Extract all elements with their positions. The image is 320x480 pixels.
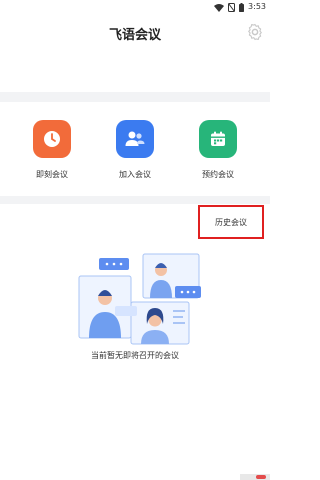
instant-meeting-button[interactable]: 即刻会议 (22, 120, 82, 180)
users-icon (125, 131, 145, 146)
settings-gear-icon[interactable] (246, 23, 264, 41)
divider (0, 196, 270, 204)
page-title: 飞语会议 (108, 28, 161, 43)
empty-state-text: 当前暂无即将召开的会议 (91, 351, 179, 360)
corner-badge-mark (256, 475, 266, 479)
status-time: 3:53 (248, 2, 266, 11)
no-sim-icon (228, 2, 236, 12)
empty-meeting-illustration (78, 253, 201, 345)
action-label: 即刻会议 (36, 170, 68, 179)
action-icon-box (116, 120, 154, 158)
header: 飞语会议 (0, 14, 270, 54)
action-label: 预约会议 (202, 170, 234, 179)
status-icons: 3:53 (214, 1, 266, 13)
clock-icon (44, 131, 60, 147)
action-icon-box (33, 120, 71, 158)
meeting-actions: 即刻会议 加入会议 预约会议 (0, 102, 270, 196)
app-screen: 3:53 飞语会议 即刻会议 加入会议 预约会议 历史会议 当前暂无即将召开的会… (0, 0, 270, 480)
calendar-icon (211, 131, 225, 146)
divider (0, 92, 270, 102)
action-icon-box (199, 120, 237, 158)
join-meeting-button[interactable]: 加入会议 (105, 120, 165, 180)
action-label: 加入会议 (119, 170, 151, 179)
schedule-meeting-button[interactable]: 预约会议 (188, 120, 248, 180)
history-meetings-button[interactable]: 历史会议 (198, 205, 264, 239)
battery-icon (239, 2, 245, 12)
status-bar: 3:53 (0, 0, 270, 14)
wifi-icon (214, 3, 225, 12)
corner-badge (240, 474, 270, 480)
